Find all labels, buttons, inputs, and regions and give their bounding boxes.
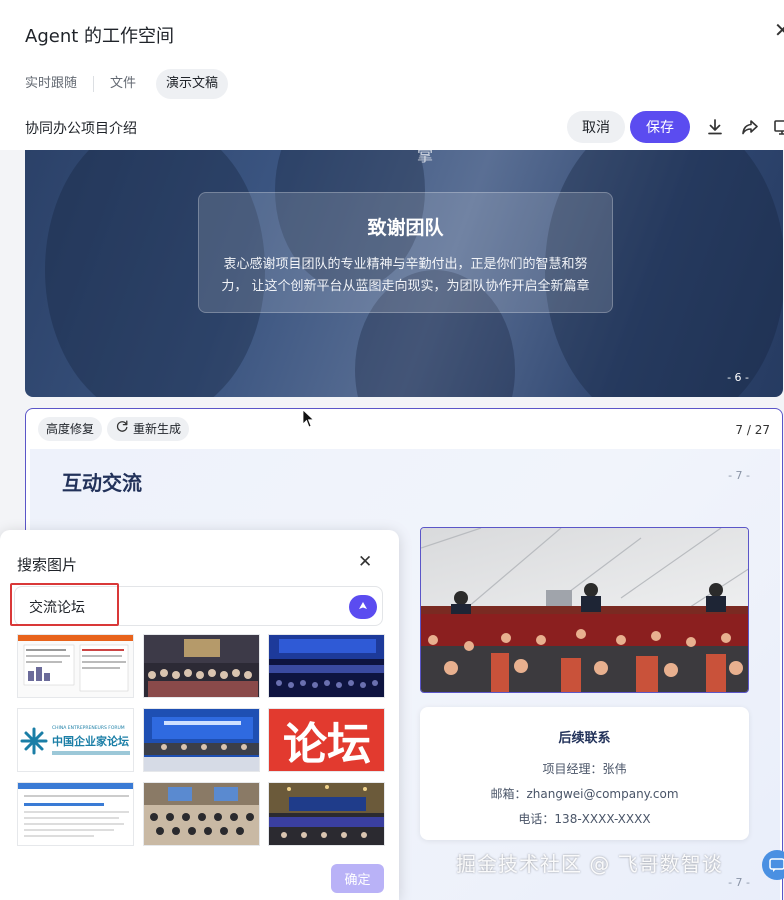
thanks-body: 衷心感谢项目团队的专业精神与辛勤付出，正是你们的智慧和努力， 让这个创新平台从蓝… — [221, 257, 590, 294]
thumbnail-6[interactable]: 论坛 — [268, 708, 385, 772]
contact-email: 邮箱：zhangwei@company.com — [490, 787, 679, 801]
watermark-text: 掘金技术社区 @ 飞哥数智谈 — [456, 852, 723, 876]
confirm-button[interactable]: 确定 — [331, 864, 384, 893]
slide-7-title: 互动交流 — [62, 471, 142, 495]
contact-phone: 电话：138-XXXX-XXXX — [518, 812, 651, 826]
arrow-up-icon — [359, 601, 367, 609]
close-icon[interactable]: ✕ — [774, 20, 784, 40]
contact-manager: 项目经理：张伟 — [542, 762, 627, 776]
refresh-icon — [115, 417, 129, 441]
tab-live-follow[interactable]: 实时跟随 — [25, 69, 87, 99]
thumbnail-7[interactable] — [17, 782, 134, 846]
tab-divider — [93, 76, 95, 92]
mouse-cursor-icon — [302, 409, 316, 429]
search-image-title: 搜索图片 — [17, 556, 78, 574]
save-button[interactable]: 保存 — [630, 111, 690, 143]
search-image-panel: 搜索图片 ✕ 交流论坛 CHINA ENTREPRENEURS FORUM 中国… — [0, 530, 399, 900]
conference-photo[interactable] — [420, 527, 749, 693]
height-repair-button[interactable]: 高度修复 — [38, 417, 103, 441]
slide-7-page-number: - 7 - — [728, 469, 750, 482]
panel-title: Agent 的工作空间 — [25, 26, 175, 47]
thumb-logo-text: 中国企业家论坛 — [52, 734, 129, 748]
thumbnail-3[interactable] — [268, 634, 385, 698]
search-input-wrapper — [14, 586, 383, 626]
search-close-icon[interactable]: ✕ — [358, 552, 372, 572]
regenerate-label: 重新生成 — [133, 422, 182, 436]
thanks-title: 致谢团队 — [367, 217, 444, 239]
slide-counter: 7 / 27 — [735, 423, 770, 437]
height-repair-label: 高度修复 — [46, 422, 95, 436]
slide-6-glyph: 掌 — [417, 150, 434, 165]
thumbnail-4[interactable]: CHINA ENTREPRENEURS FORUM 中国企业家论坛 — [17, 708, 134, 772]
slide-6-page-number: - 6 - — [727, 371, 749, 384]
workspace-tabs: 实时跟随 文件 演示文稿 — [25, 68, 229, 100]
thumbnail-5[interactable] — [143, 708, 260, 772]
share-icon[interactable] — [740, 117, 760, 137]
thumbnail-8[interactable] — [143, 782, 260, 846]
tab-files[interactable]: 文件 — [100, 69, 146, 99]
search-submit-button[interactable] — [349, 595, 377, 619]
cancel-button[interactable]: 取消 — [567, 111, 625, 143]
slide-7-page-number-bottom: - 7 - — [728, 876, 750, 889]
slide-6[interactable]: 掌 致谢团队 衷心感谢项目团队的专业精神与辛勤付出，正是你们的智慧和努力， 让这… — [25, 150, 783, 397]
contact-card: 后续联系 项目经理：张伟 邮箱：zhangwei@company.com 电话：… — [420, 707, 749, 840]
present-icon[interactable] — [772, 117, 784, 137]
thumbnail-9[interactable] — [268, 782, 385, 846]
regenerate-button[interactable]: 重新生成 — [107, 417, 190, 441]
agent-workspace-panel: Agent 的工作空间 ✕ 实时跟随 文件 演示文稿 协同办公项目介绍 取消 保… — [0, 0, 784, 900]
tab-presentation[interactable]: 演示文稿 — [156, 69, 229, 99]
thumb-red-text: 论坛 — [283, 719, 371, 770]
chat-support-icon[interactable] — [762, 850, 784, 880]
thumbnail-2[interactable] — [143, 634, 260, 698]
search-input[interactable] — [29, 597, 329, 617]
contact-title: 后续联系 — [558, 731, 611, 746]
document-title: 协同办公项目介绍 — [25, 121, 137, 137]
thumb-logo-sub: CHINA ENTREPRENEURS FORUM — [52, 725, 125, 731]
thumbnail-1[interactable] — [17, 634, 134, 698]
download-icon[interactable] — [705, 117, 725, 137]
thanks-card: 致谢团队 衷心感谢项目团队的专业精神与辛勤付出，正是你们的智慧和努力， 让这个创… — [198, 192, 613, 313]
